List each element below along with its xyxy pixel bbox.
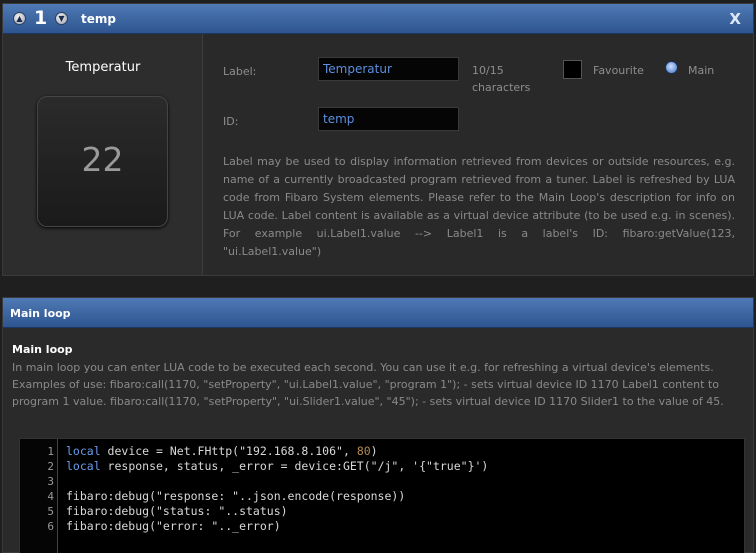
counter-unit: characters bbox=[472, 81, 531, 94]
id-input[interactable] bbox=[318, 107, 459, 131]
device-preview: Temperatur 22 bbox=[3, 34, 203, 275]
line-number-gutter: 1 2 3 4 5 6 bbox=[20, 439, 58, 553]
line-number: 2 bbox=[47, 460, 54, 473]
line-number: 5 bbox=[47, 505, 54, 518]
counter-value: 10/15 bbox=[472, 64, 504, 77]
label-caption: Label: bbox=[223, 65, 257, 78]
main-loop-panel: Main loop Main loop In main loop you can… bbox=[2, 297, 754, 553]
device-value: 22 bbox=[81, 140, 124, 179]
code-line: fibaro:debug("response: "..json.encode(r… bbox=[66, 489, 406, 503]
main-radio[interactable] bbox=[665, 61, 678, 74]
code-text: device = Net.FHttp("192.168.8.106", bbox=[100, 444, 357, 458]
device-tile: 22 bbox=[37, 96, 168, 227]
main-loop-header-title: Main loop bbox=[10, 307, 71, 320]
chevron-up-icon[interactable]: ▲ bbox=[13, 12, 26, 25]
code-editor[interactable]: 1 2 3 4 5 6 local device = Net.FHttp("19… bbox=[19, 438, 745, 553]
main-label: Main bbox=[688, 64, 715, 77]
code-line: fibaro:debug("status: "..status) bbox=[66, 504, 288, 518]
code-keyword: local bbox=[66, 459, 101, 473]
label-settings-panel: ▲ 1 ▼ temp X Temperatur 22 Label: 10/15 … bbox=[2, 3, 754, 276]
code-text: response, status, _error = device:GET("/… bbox=[100, 459, 489, 473]
line-number: 4 bbox=[47, 490, 54, 503]
panel-header: ▲ 1 ▼ temp X bbox=[3, 4, 753, 34]
main-loop-header: Main loop bbox=[3, 298, 753, 328]
main-loop-title: Main loop bbox=[12, 343, 73, 356]
character-counter: 10/15 characters bbox=[472, 62, 552, 96]
device-name: Temperatur bbox=[65, 60, 141, 75]
line-number: 1 bbox=[47, 445, 54, 458]
code-line: local response, status, _error = device:… bbox=[66, 459, 488, 473]
code-line: fibaro:debug("error: ".._error) bbox=[66, 519, 281, 533]
element-number: 1 bbox=[34, 7, 48, 29]
chevron-down-icon[interactable]: ▼ bbox=[55, 12, 68, 25]
favourite-label: Favourite bbox=[593, 64, 644, 77]
panel-title: temp bbox=[81, 12, 116, 26]
label-input[interactable] bbox=[318, 57, 459, 81]
label-form: Label: 10/15 characters Favourite Main I… bbox=[204, 34, 753, 275]
close-icon[interactable]: X bbox=[729, 10, 741, 28]
code-keyword: local bbox=[66, 444, 101, 458]
main-loop-description: In main loop you can enter LUA code to b… bbox=[12, 361, 724, 408]
id-caption: ID: bbox=[223, 115, 239, 128]
line-number: 6 bbox=[47, 520, 54, 533]
favourite-checkbox[interactable] bbox=[563, 60, 582, 79]
code-text: ) bbox=[370, 444, 378, 458]
code-number: 80 bbox=[356, 444, 371, 458]
code-line: local device = Net.FHttp("192.168.8.106"… bbox=[66, 444, 378, 458]
line-number: 3 bbox=[47, 475, 54, 488]
label-description: Label may be used to display information… bbox=[223, 155, 735, 258]
